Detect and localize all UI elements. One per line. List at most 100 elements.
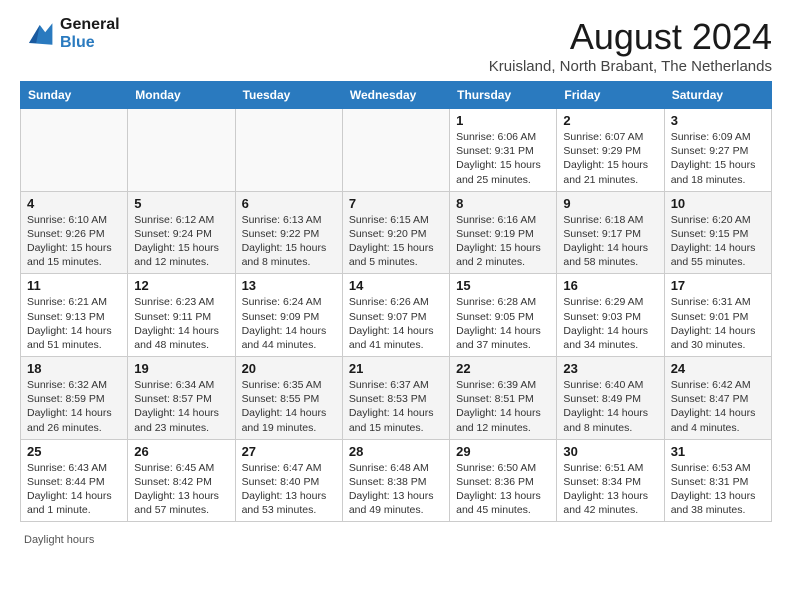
cell-info: Sunrise: 6:31 AM Sunset: 9:01 PM Dayligh…: [671, 295, 765, 352]
table-row: 24Sunrise: 6:42 AM Sunset: 8:47 PM Dayli…: [664, 357, 771, 440]
calendar-header-row: Sunday Monday Tuesday Wednesday Thursday…: [21, 82, 772, 109]
cell-day-number: 9: [563, 196, 657, 211]
cell-day-number: 6: [242, 196, 336, 211]
logo: General Blue: [20, 16, 120, 53]
cell-info: Sunrise: 6:10 AM Sunset: 9:26 PM Dayligh…: [27, 213, 121, 270]
calendar-week-row: 11 Sunrise: 6:21 AM Sunset: 9:13 PM Dayli…: [21, 274, 772, 357]
cell-day-number: 17: [671, 278, 765, 293]
cell-info: Sunrise: 6:37 AM Sunset: 8:53 PM Dayligh…: [349, 378, 443, 435]
table-row: [235, 109, 342, 192]
table-row: [21, 109, 128, 192]
cell-info: Sunrise: 6:24 AM Sunset: 9:09 PM Dayligh…: [242, 295, 336, 352]
table-row: 12 Sunrise: 6:23 AM Sunset: 9:11 PM Dayli…: [128, 274, 235, 357]
cell-info: Sunrise: 6:21 AM Sunset: 9:13 PM Dayligh…: [27, 295, 121, 352]
cell-day-number: 11: [27, 278, 121, 293]
table-row: 29Sunrise: 6:50 AM Sunset: 8:36 PM Dayli…: [450, 439, 557, 522]
table-row: 21Sunrise: 6:37 AM Sunset: 8:53 PM Dayli…: [342, 357, 449, 440]
title-area: August 2024 Kruisland, North Brabant, Th…: [489, 16, 772, 75]
logo-text: General Blue: [60, 16, 120, 53]
footer: Daylight hours: [20, 530, 772, 548]
header-thursday: Thursday: [450, 82, 557, 109]
cell-day-number: 31: [671, 444, 765, 459]
table-row: 20 Sunrise: 6:35 AM Sunset: 8:55 PM Dayli…: [235, 357, 342, 440]
calendar-week-row: 1 Sunrise: 6:06 AM Sunset: 9:31 PM Daylig…: [21, 109, 772, 192]
table-row: 26Sunrise: 6:45 AM Sunset: 8:42 PM Dayli…: [128, 439, 235, 522]
cell-day-number: 8: [456, 196, 550, 211]
table-row: 7Sunrise: 6:15 AM Sunset: 9:20 PM Daylig…: [342, 191, 449, 274]
table-row: 19Sunrise: 6:34 AM Sunset: 8:57 PM Dayli…: [128, 357, 235, 440]
location-subtitle: Kruisland, North Brabant, The Netherland…: [489, 58, 772, 75]
header-tuesday: Tuesday: [235, 82, 342, 109]
cell-day-number: 28: [349, 444, 443, 459]
cell-info: Sunrise: 6:29 AM Sunset: 9:03 PM Dayligh…: [563, 295, 657, 352]
cell-day-number: 12: [134, 278, 228, 293]
header-saturday: Saturday: [664, 82, 771, 109]
table-row: 2Sunrise: 6:07 AM Sunset: 9:29 PM Daylig…: [557, 109, 664, 192]
cell-day-number: 16: [563, 278, 657, 293]
cell-day-number: 18: [27, 361, 121, 376]
logo-icon: [20, 16, 56, 52]
cell-info: Sunrise: 6:23 AM Sunset: 9:11 PM Dayligh…: [134, 295, 228, 352]
table-row: 11 Sunrise: 6:21 AM Sunset: 9:13 PM Dayli…: [21, 274, 128, 357]
cell-info: Sunrise: 6:18 AM Sunset: 9:17 PM Dayligh…: [563, 213, 657, 270]
table-row: 9 Sunrise: 6:18 AM Sunset: 9:17 PM Daylig…: [557, 191, 664, 274]
cell-info: Sunrise: 6:35 AM Sunset: 8:55 PM Dayligh…: [242, 378, 336, 435]
table-row: 25 Sunrise: 6:43 AM Sunset: 8:44 PM Dayli…: [21, 439, 128, 522]
table-row: [342, 109, 449, 192]
header-friday: Friday: [557, 82, 664, 109]
cell-info: Sunrise: 6:13 AM Sunset: 9:22 PM Dayligh…: [242, 213, 336, 270]
calendar-table: Sunday Monday Tuesday Wednesday Thursday…: [20, 81, 772, 522]
cell-day-number: 1: [456, 113, 550, 128]
cell-info: Sunrise: 6:26 AM Sunset: 9:07 PM Dayligh…: [349, 295, 443, 352]
cell-info: Sunrise: 6:28 AM Sunset: 9:05 PM Dayligh…: [456, 295, 550, 352]
table-row: 1 Sunrise: 6:06 AM Sunset: 9:31 PM Daylig…: [450, 109, 557, 192]
table-row: 23Sunrise: 6:40 AM Sunset: 8:49 PM Dayli…: [557, 357, 664, 440]
table-row: 28 Sunrise: 6:48 AM Sunset: 8:38 PM Dayli…: [342, 439, 449, 522]
cell-info: Sunrise: 6:12 AM Sunset: 9:24 PM Dayligh…: [134, 213, 228, 270]
header-sunday: Sunday: [21, 82, 128, 109]
cell-day-number: 7: [349, 196, 443, 211]
cell-info: Sunrise: 6:39 AM Sunset: 8:51 PM Dayligh…: [456, 378, 550, 435]
cell-day-number: 15: [456, 278, 550, 293]
cell-day-number: 20: [242, 361, 336, 376]
calendar-week-row: 18Sunrise: 6:32 AM Sunset: 8:59 PM Dayli…: [21, 357, 772, 440]
cell-info: Sunrise: 6:16 AM Sunset: 9:19 PM Dayligh…: [456, 213, 550, 270]
cell-info: Sunrise: 6:51 AM Sunset: 8:34 PM Dayligh…: [563, 461, 657, 518]
table-row: 18Sunrise: 6:32 AM Sunset: 8:59 PM Dayli…: [21, 357, 128, 440]
cell-day-number: 13: [242, 278, 336, 293]
page-header: General Blue August 2024 Kruisland, Nort…: [20, 16, 772, 75]
cell-info: Sunrise: 6:53 AM Sunset: 8:31 PM Dayligh…: [671, 461, 765, 518]
cell-day-number: 25: [27, 444, 121, 459]
month-title: August 2024: [489, 16, 772, 58]
table-row: 10Sunrise: 6:20 AM Sunset: 9:15 PM Dayli…: [664, 191, 771, 274]
table-row: 5Sunrise: 6:12 AM Sunset: 9:24 PM Daylig…: [128, 191, 235, 274]
table-row: 22Sunrise: 6:39 AM Sunset: 8:51 PM Dayli…: [450, 357, 557, 440]
table-row: 8 Sunrise: 6:16 AM Sunset: 9:19 PM Daylig…: [450, 191, 557, 274]
cell-info: Sunrise: 6:43 AM Sunset: 8:44 PM Dayligh…: [27, 461, 121, 518]
table-row: 27 Sunrise: 6:47 AM Sunset: 8:40 PM Dayli…: [235, 439, 342, 522]
cell-day-number: 29: [456, 444, 550, 459]
cell-info: Sunrise: 6:06 AM Sunset: 9:31 PM Dayligh…: [456, 130, 550, 187]
table-row: 16 Sunrise: 6:29 AM Sunset: 9:03 PM Dayli…: [557, 274, 664, 357]
cell-day-number: 19: [134, 361, 228, 376]
header-wednesday: Wednesday: [342, 82, 449, 109]
calendar-week-row: 4Sunrise: 6:10 AM Sunset: 9:26 PM Daylig…: [21, 191, 772, 274]
cell-day-number: 14: [349, 278, 443, 293]
cell-info: Sunrise: 6:09 AM Sunset: 9:27 PM Dayligh…: [671, 130, 765, 187]
table-row: 30Sunrise: 6:51 AM Sunset: 8:34 PM Dayli…: [557, 439, 664, 522]
cell-day-number: 27: [242, 444, 336, 459]
cell-info: Sunrise: 6:48 AM Sunset: 8:38 PM Dayligh…: [349, 461, 443, 518]
table-row: 4Sunrise: 6:10 AM Sunset: 9:26 PM Daylig…: [21, 191, 128, 274]
calendar-week-row: 25 Sunrise: 6:43 AM Sunset: 8:44 PM Dayli…: [21, 439, 772, 522]
table-row: 13 Sunrise: 6:24 AM Sunset: 9:09 PM Dayli…: [235, 274, 342, 357]
cell-info: Sunrise: 6:42 AM Sunset: 8:47 PM Dayligh…: [671, 378, 765, 435]
cell-info: Sunrise: 6:07 AM Sunset: 9:29 PM Dayligh…: [563, 130, 657, 187]
cell-info: Sunrise: 6:45 AM Sunset: 8:42 PM Dayligh…: [134, 461, 228, 518]
cell-info: Sunrise: 6:47 AM Sunset: 8:40 PM Dayligh…: [242, 461, 336, 518]
table-row: 6 Sunrise: 6:13 AM Sunset: 9:22 PM Daylig…: [235, 191, 342, 274]
cell-info: Sunrise: 6:20 AM Sunset: 9:15 PM Dayligh…: [671, 213, 765, 270]
table-row: 3Sunrise: 6:09 AM Sunset: 9:27 PM Daylig…: [664, 109, 771, 192]
cell-day-number: 23: [563, 361, 657, 376]
daylight-label: Daylight hours: [24, 534, 94, 548]
table-row: 14 Sunrise: 6:26 AM Sunset: 9:07 PM Dayli…: [342, 274, 449, 357]
